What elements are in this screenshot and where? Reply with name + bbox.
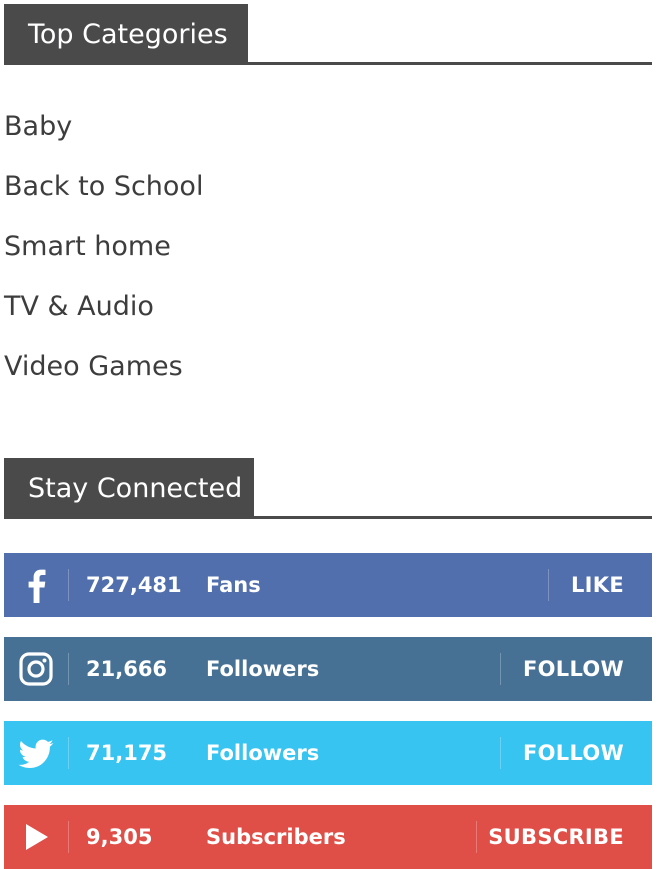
instagram-row[interactable]: 21,666 Followers FOLLOW xyxy=(4,637,652,701)
facebook-count: 727,481 xyxy=(86,573,182,597)
youtube-play-icon xyxy=(4,805,68,869)
stay-connected-header: Stay Connected xyxy=(4,458,652,519)
facebook-like-button[interactable]: LIKE xyxy=(571,553,624,617)
facebook-icon xyxy=(4,553,68,617)
twitter-row[interactable]: 71,175 Followers FOLLOW xyxy=(4,721,652,785)
instagram-count: 21,666 xyxy=(86,657,168,681)
youtube-unit: Subscribers xyxy=(206,825,346,849)
twitter-count: 71,175 xyxy=(86,741,168,765)
category-link-back-to-school[interactable]: Back to School xyxy=(4,155,658,215)
instagram-follow-button[interactable]: FOLLOW xyxy=(523,637,624,701)
twitter-follow-button[interactable]: FOLLOW xyxy=(523,721,624,785)
stay-connected-title: Stay Connected xyxy=(4,458,254,516)
social-counters: 727,481 Fans LIKE 21,666 Followers FOLLO… xyxy=(0,553,658,869)
twitter-unit: Followers xyxy=(206,741,320,765)
category-list: Baby Back to School Smart home TV & Audi… xyxy=(0,95,658,395)
category-link-video-games[interactable]: Video Games xyxy=(4,335,658,395)
top-categories-header: Top Categories xyxy=(4,4,652,65)
top-categories-title: Top Categories xyxy=(4,4,248,62)
youtube-count: 9,305 xyxy=(86,825,153,849)
facebook-unit: Fans xyxy=(206,573,261,597)
youtube-subscribe-button[interactable]: SUBSCRIBE xyxy=(488,805,624,869)
instagram-icon xyxy=(4,637,68,701)
category-link-tv-audio[interactable]: TV & Audio xyxy=(4,275,658,335)
category-link-baby[interactable]: Baby xyxy=(4,95,658,155)
instagram-unit: Followers xyxy=(206,657,320,681)
twitter-icon xyxy=(4,721,68,785)
youtube-row[interactable]: 9,305 Subscribers SUBSCRIBE xyxy=(4,805,652,869)
facebook-row[interactable]: 727,481 Fans LIKE xyxy=(4,553,652,617)
category-link-smart-home[interactable]: Smart home xyxy=(4,215,658,275)
